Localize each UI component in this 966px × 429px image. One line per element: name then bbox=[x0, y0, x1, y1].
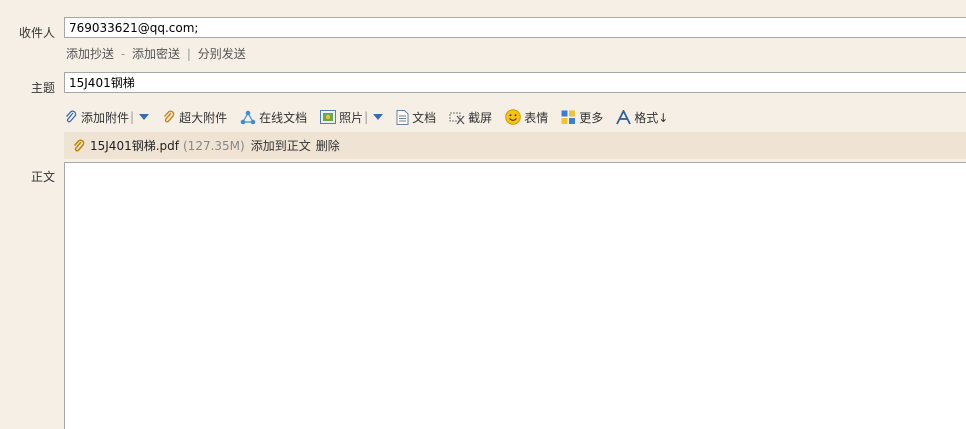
emoji-label: 表情 bbox=[524, 110, 549, 125]
large-attachment-icon bbox=[164, 110, 175, 123]
photo-label: 照片 bbox=[339, 110, 364, 125]
screenshot-button[interactable]: 截屏 bbox=[449, 109, 492, 126]
format-button[interactable]: 格式↓ bbox=[616, 109, 668, 126]
add-attachment-label: 添加附件 bbox=[81, 110, 130, 125]
attachment-bar: 15J401钢梯.pdf (127.35M) 添加到正文 删除 bbox=[64, 132, 966, 159]
links-separator: - bbox=[120, 47, 126, 61]
large-attachment-label: 超大附件 bbox=[179, 110, 228, 125]
body-editor[interactable] bbox=[64, 162, 966, 429]
grid-icon bbox=[561, 110, 576, 124]
recipient-label: 收件人 bbox=[18, 26, 55, 40]
add-bcc-link[interactable]: 添加密送 bbox=[132, 47, 180, 61]
paperclip-icon bbox=[66, 110, 77, 123]
photo-icon bbox=[320, 110, 337, 124]
doc-button[interactable]: 文档 bbox=[396, 109, 436, 126]
subject-label: 主题 bbox=[30, 81, 55, 95]
toolbar-divider: | bbox=[130, 110, 135, 124]
recipient-input[interactable]: 769033621@qq.com; bbox=[64, 17, 966, 38]
photo-button[interactable]: 照片 | bbox=[320, 109, 384, 126]
more-button[interactable]: 更多 bbox=[561, 109, 603, 126]
paperclip-icon bbox=[73, 138, 85, 151]
large-attachment-button[interactable]: 超大附件 bbox=[162, 109, 227, 126]
delete-attachment-link[interactable]: 删除 bbox=[316, 137, 340, 154]
emoji-button[interactable]: 表情 bbox=[505, 109, 548, 126]
separate-send-link[interactable]: 分别发送 bbox=[198, 47, 246, 61]
recipient-links: 添加抄送 - 添加密送 | 分别发送 bbox=[66, 45, 246, 62]
attachment-size: (127.35M) bbox=[183, 138, 245, 153]
compose-toolbar: 添加附件 | 超大附件 在线文档 照片 | 文档 截屏 表情 更多 格式↓ bbox=[64, 107, 681, 127]
document-icon bbox=[396, 109, 409, 125]
body-label: 正文 bbox=[30, 170, 55, 184]
doc-label: 文档 bbox=[412, 110, 437, 125]
font-format-icon bbox=[616, 109, 632, 124]
scissors-icon bbox=[449, 112, 465, 124]
format-label: 格式↓ bbox=[634, 110, 669, 125]
links-separator: | bbox=[186, 47, 191, 61]
smiley-icon bbox=[505, 109, 521, 125]
toolbar-divider: | bbox=[364, 110, 369, 124]
add-cc-link[interactable]: 添加抄送 bbox=[66, 47, 114, 61]
chevron-down-icon[interactable] bbox=[139, 114, 150, 120]
add-attachment-button[interactable]: 添加附件 | bbox=[64, 109, 150, 126]
online-doc-icon bbox=[240, 110, 256, 124]
attachment-filename: 15J401钢梯.pdf bbox=[90, 139, 179, 153]
add-to-body-link[interactable]: 添加到正文 bbox=[251, 137, 311, 154]
more-label: 更多 bbox=[579, 110, 604, 125]
subject-input[interactable]: 15J401钢梯 bbox=[64, 72, 966, 93]
screenshot-label: 截屏 bbox=[468, 110, 493, 125]
online-doc-button[interactable]: 在线文档 bbox=[240, 109, 307, 126]
chevron-down-icon[interactable] bbox=[373, 114, 384, 120]
online-doc-label: 在线文档 bbox=[259, 110, 308, 125]
